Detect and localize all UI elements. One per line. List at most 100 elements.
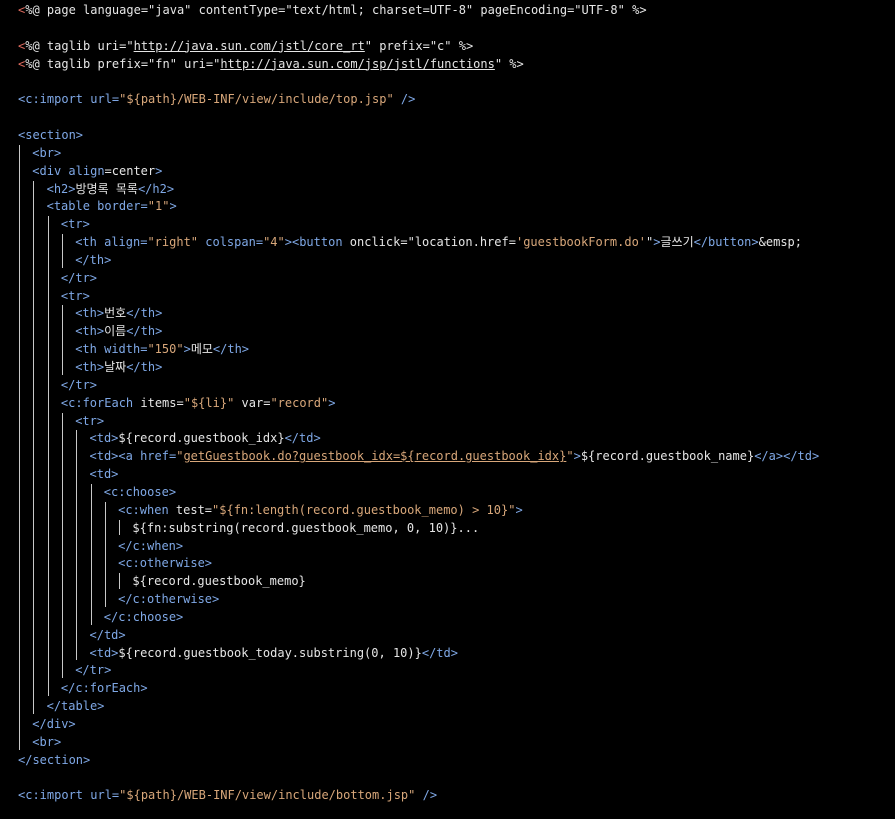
code-token: </button> [693,235,759,250]
code-line[interactable]: <td>${record.guestbook_idx}</td> [90,429,321,447]
code-editor[interactable]: <%@ page language="java" contentType="te… [0,0,895,819]
code-token: "right" [147,235,199,250]
code-token: </th> [126,324,163,339]
code-line[interactable]: <c:choose> [104,483,176,501]
indent-guide [33,180,35,714]
code-token: ><button [284,235,350,250]
code-line[interactable]: <br> [32,144,61,162]
code-token: <td> [89,467,119,482]
indent-guide [76,430,78,661]
code-token: </section> [18,752,91,767]
code-line[interactable]: <%@ taglib uri="http://java.sun.com/jstl… [18,37,473,55]
code-line[interactable]: <%@ page language="java" contentType="te… [18,1,647,19]
code-line[interactable]: <c:when test="${fn:length(record.guestbo… [118,501,523,519]
code-token: </td> [421,645,458,660]
code-line[interactable]: <c:forEach items="${li}" var="record"> [61,394,336,412]
code-line[interactable]: </tr> [75,661,111,679]
code-token: 글쓰기 [660,235,694,250]
code-token: onclick=" [349,235,415,250]
code-line[interactable]: </table> [47,697,105,715]
code-token: ${record.guestbook_today.substring(0, 10… [118,645,422,660]
indent-guide [61,305,63,375]
code-token: var= [234,395,271,410]
indent-guide [119,573,121,590]
code-line[interactable]: <th>번호</th> [75,304,162,322]
code-token: "record" [270,395,329,410]
code-line[interactable]: </c:forEach> [61,679,148,697]
code-token: <br> [32,145,62,160]
code-line[interactable]: <td>${record.guestbook_today.substring(0… [90,644,458,662]
code-line[interactable]: <section> [18,126,83,144]
code-line[interactable]: </td> [90,626,126,644]
code-token: url= [90,788,120,803]
code-token: "${path}/WEB-INF/view/include/bottom.jsp… [119,788,416,803]
code-token: %@ page language="java" contentType="tex… [25,3,647,17]
code-token: %@ taglib uri=" [25,38,134,53]
code-line[interactable]: </c:choose> [104,608,183,626]
code-token: <section> [18,127,84,142]
code-line[interactable]: ${fn:substring(record.guestbook_memo, 0,… [132,519,479,537]
code-line[interactable]: <th>날짜</th> [75,358,162,376]
code-token: 날짜 [104,360,127,374]
code-line[interactable]: <c:import url="${path}/WEB-INF/view/incl… [18,786,437,804]
indent-guide [90,483,92,625]
code-token: <th> [75,360,105,374]
code-line[interactable]: </tr> [61,376,97,394]
code-token: </th> [212,342,250,357]
code-token: "${path}/WEB-INF/view/include/top.jsp" [119,92,394,107]
code-token: &emsp; [758,235,802,250]
code-token: href= [140,449,177,464]
code-token: > [183,342,191,357]
code-line[interactable]: <th align="right" colspan="4"><button on… [75,233,802,251]
code-line[interactable]: </section> [18,751,90,769]
code-token: http://java.sun.com/jstl/core_rt [133,38,365,53]
code-token: =center [104,163,156,178]
code-token: <th> [75,306,105,321]
code-line[interactable]: </c:when> [118,537,183,555]
code-token: > [155,163,163,178]
code-line[interactable]: <c:import url="${path}/WEB-INF/view/incl… [18,90,415,108]
code-token: > [515,502,523,517]
code-token: test= [175,502,213,517]
code-token: ${record.guestbook_memo} [132,574,306,589]
indent-guide [104,501,106,607]
code-line[interactable]: <div align=center> [32,162,162,180]
code-token: ${fn:substring(record.guestbook_memo, 0,… [132,520,480,535]
code-line[interactable]: </tr> [61,269,97,287]
code-line[interactable]: <td><a href= "getGuestbook.do?guestbook_i… [90,447,820,465]
code-line[interactable]: <%@ taglib prefix="fn" uri="http://java.… [18,55,524,73]
code-line[interactable]: <c:otherwise> [118,554,212,572]
code-line[interactable]: </th> [75,251,111,269]
code-line[interactable]: <tr> [61,287,90,305]
code-line[interactable]: <th width="150">메모</th> [75,340,249,358]
code-token: /> [415,788,438,803]
code-line[interactable]: <br> [32,733,61,751]
code-line[interactable]: </div> [32,715,75,733]
code-line[interactable]: <th>이름</th> [75,322,162,340]
code-token: http://java.sun.com/jsp/jstl/functions [220,56,495,71]
code-token: <th [75,342,105,357]
code-token: 번호 [104,306,127,321]
code-line[interactable]: <h2>방명록 목록</h2> [47,180,174,198]
code-token: </td> [284,431,321,446]
code-token: " [566,449,574,464]
code-line[interactable]: ${record.guestbook_memo} [132,572,305,590]
code-token: <table [46,199,98,214]
code-token: "4" [263,235,285,250]
code-token: colspan= [198,235,264,250]
code-token: </c:choose> [103,609,184,624]
code-line[interactable]: <table border="1"> [47,197,177,215]
code-token: 'guestbookForm.do' [515,235,647,250]
code-token: <c:import [18,92,91,107]
code-token: <tr> [60,217,90,232]
code-line[interactable]: <td> [90,465,119,483]
code-line[interactable]: <tr> [75,412,104,430]
code-token: 이름 [104,324,127,339]
code-token: </a></td> [754,449,820,464]
code-line[interactable]: <tr> [61,215,90,233]
code-token: " %> [494,56,524,71]
code-token: 메모 [190,342,213,357]
code-token: <tr> [75,413,105,428]
indent-guide [19,144,20,750]
code-line[interactable]: </c:otherwise> [118,590,219,608]
